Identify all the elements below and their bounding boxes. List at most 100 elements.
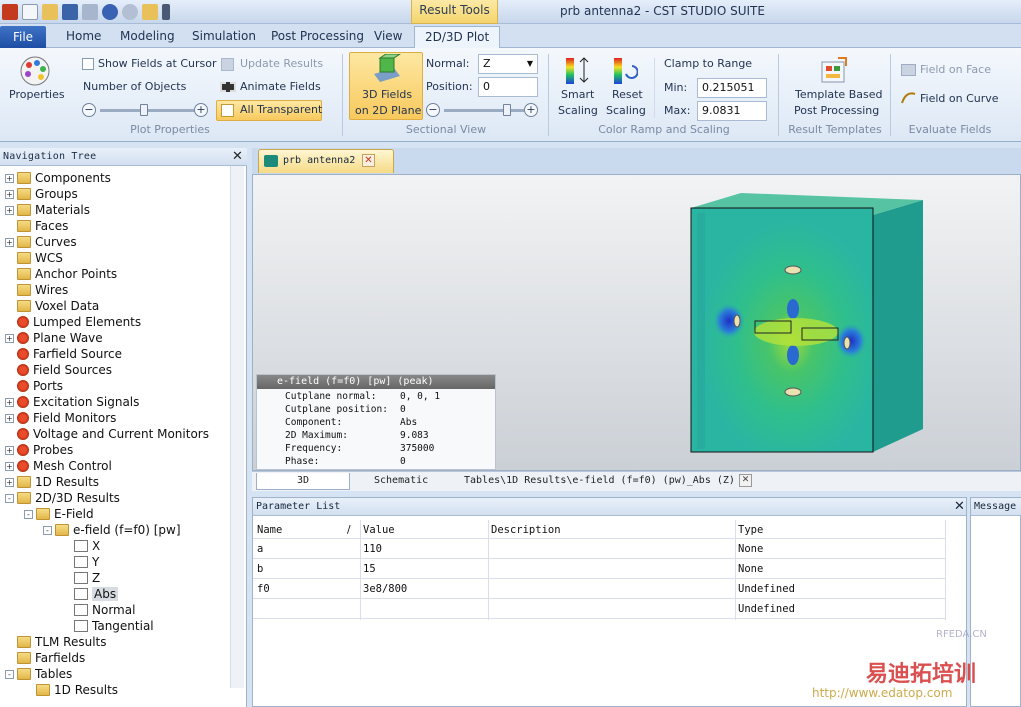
show-fields-at-cursor-checkbox[interactable] — [82, 58, 94, 70]
expand-icon[interactable]: + — [5, 413, 14, 423]
expand-icon[interactable]: + — [5, 397, 14, 407]
tree-item[interactable]: Z — [62, 570, 100, 586]
close-view-tab-icon[interactable]: ✕ — [739, 474, 752, 487]
tree-item[interactable]: Tangential — [62, 618, 154, 634]
tree-item[interactable]: +1D Results — [5, 474, 99, 490]
table-cell[interactable]: Undefined — [738, 583, 795, 595]
tree-item[interactable]: Anchor Points — [5, 266, 117, 282]
reset-scaling-button[interactable] — [610, 56, 639, 86]
app-menu-icon[interactable] — [2, 4, 18, 20]
table-cell[interactable]: b — [257, 563, 263, 575]
table-cell[interactable]: 110 — [363, 543, 382, 555]
min-input[interactable]: 0.215051 — [697, 78, 767, 98]
tab-2d3d-plot[interactable]: 2D/3D Plot — [414, 26, 501, 49]
table-cell[interactable]: Undefined — [738, 603, 795, 615]
expand-icon[interactable]: + — [5, 445, 14, 455]
tree-item[interactable]: - e-field (f=f0) [pw] — [43, 522, 181, 538]
tree-item[interactable]: X — [62, 538, 100, 554]
template-based-post-processing-button[interactable] — [818, 56, 850, 86]
properties-button[interactable] — [16, 54, 54, 90]
tree-item[interactable]: + Excitation Signals — [5, 394, 139, 410]
tree-item[interactable]: Wires — [5, 282, 68, 298]
tree-item[interactable]: - 2D/3D Results — [5, 490, 120, 506]
table-cell[interactable]: a — [257, 543, 263, 555]
tree-item[interactable]: 1D Results — [24, 682, 118, 698]
field-on-face-button[interactable]: Field on Face — [920, 63, 991, 76]
tree-item[interactable]: + Groups — [5, 186, 78, 202]
tree-item[interactable]: Voltage and Current Monitors — [5, 426, 209, 442]
position-slider[interactable] — [503, 104, 511, 116]
undo-icon[interactable] — [102, 4, 118, 20]
collapse-icon[interactable]: - — [5, 493, 14, 503]
tab-file[interactable]: File — [0, 26, 46, 48]
smart-scaling-button[interactable] — [562, 56, 590, 86]
tree-item[interactable]: + Plane Wave — [5, 330, 103, 346]
navigation-tree-scrollbar[interactable] — [230, 166, 244, 688]
tree-item[interactable]: Ports — [5, 378, 63, 394]
tree-item[interactable]: Field Sources — [5, 362, 112, 378]
close-tab-icon[interactable]: ✕ — [362, 154, 375, 167]
animate-fields-button[interactable]: Animate Fields — [240, 80, 321, 93]
expand-icon[interactable]: + — [5, 189, 14, 199]
customize-dropdown-icon[interactable] — [162, 4, 170, 20]
increase-position-button[interactable]: + — [524, 103, 538, 117]
tab-table-result[interactable]: Tables\1D Results\e-field (f=f0) (pw)_Ab… — [464, 473, 735, 490]
close-icon[interactable]: ✕ — [232, 149, 243, 164]
open-folder-icon[interactable] — [42, 4, 58, 20]
close-icon[interactable]: ✕ — [954, 499, 965, 514]
expand-icon[interactable]: + — [5, 237, 14, 247]
document-tab[interactable]: prb antenna2 ✕ — [258, 149, 394, 173]
table-cell[interactable]: f0 — [257, 583, 270, 595]
collapse-icon[interactable]: - — [24, 509, 33, 519]
tree-item[interactable]: + Materials — [5, 202, 90, 218]
tree-item[interactable]: + Field Monitors — [5, 410, 116, 426]
table-cell[interactable]: 3e8/800 — [363, 583, 407, 595]
tree-item[interactable]: - Tables — [5, 666, 72, 682]
column-header[interactable]: Type — [738, 524, 763, 536]
column-header[interactable]: Value — [363, 524, 395, 536]
tree-item[interactable]: WCS — [5, 250, 63, 266]
decrease-position-button[interactable]: − — [426, 103, 440, 117]
table-cell[interactable]: None — [738, 563, 763, 575]
tab-3d[interactable]: 3D — [256, 473, 350, 490]
expand-icon[interactable]: + — [5, 205, 14, 215]
sort-icon[interactable]: / — [347, 524, 351, 536]
update-results-button[interactable]: Update Results — [240, 57, 323, 70]
collapse-icon[interactable]: - — [43, 525, 52, 535]
table-cell[interactable]: 15 — [363, 563, 376, 575]
max-input[interactable]: 9.0831 — [697, 101, 767, 121]
tree-item[interactable]: + Probes — [5, 442, 73, 458]
expand-icon[interactable]: + — [5, 461, 14, 471]
tree-item[interactable]: - E-Field — [24, 506, 94, 522]
copy-icon[interactable] — [82, 4, 98, 20]
tree-item[interactable]: Lumped Elements — [5, 314, 141, 330]
tab-post-processing[interactable]: Post Processing — [261, 26, 374, 48]
increase-objects-button[interactable]: + — [194, 103, 208, 117]
tree-item[interactable]: + Mesh Control — [5, 458, 112, 474]
column-header[interactable]: Description — [491, 524, 561, 536]
tree-item[interactable]: Farfields — [5, 650, 85, 666]
number-of-objects-slider[interactable] — [140, 104, 148, 116]
redo-icon[interactable] — [122, 4, 138, 20]
open-project-icon[interactable] — [142, 4, 158, 20]
tree-item[interactable]: Farfield Source — [5, 346, 122, 362]
new-file-icon[interactable] — [22, 4, 38, 20]
tree-item[interactable]: Abs — [62, 586, 119, 602]
tree-item[interactable]: Voxel Data — [5, 298, 99, 314]
tree-item[interactable]: Normal — [62, 602, 135, 618]
field-on-curve-button[interactable]: Field on Curve — [920, 92, 999, 105]
tab-modeling[interactable]: Modeling — [110, 26, 185, 48]
table-cell[interactable]: None — [738, 543, 763, 555]
tab-simulation[interactable]: Simulation — [182, 26, 266, 48]
tab-schematic[interactable]: Schematic — [374, 473, 428, 490]
collapse-icon[interactable]: - — [5, 669, 14, 679]
tree-item[interactable]: Y — [62, 554, 99, 570]
decrease-objects-button[interactable]: − — [82, 103, 96, 117]
save-icon[interactable] — [62, 4, 78, 20]
expand-icon[interactable]: + — [5, 477, 14, 487]
tab-view[interactable]: View — [364, 26, 412, 48]
expand-icon[interactable]: + — [5, 173, 14, 183]
tree-item[interactable]: + Components — [5, 170, 111, 186]
expand-icon[interactable]: + — [5, 333, 14, 343]
column-header[interactable]: Name — [257, 524, 282, 536]
